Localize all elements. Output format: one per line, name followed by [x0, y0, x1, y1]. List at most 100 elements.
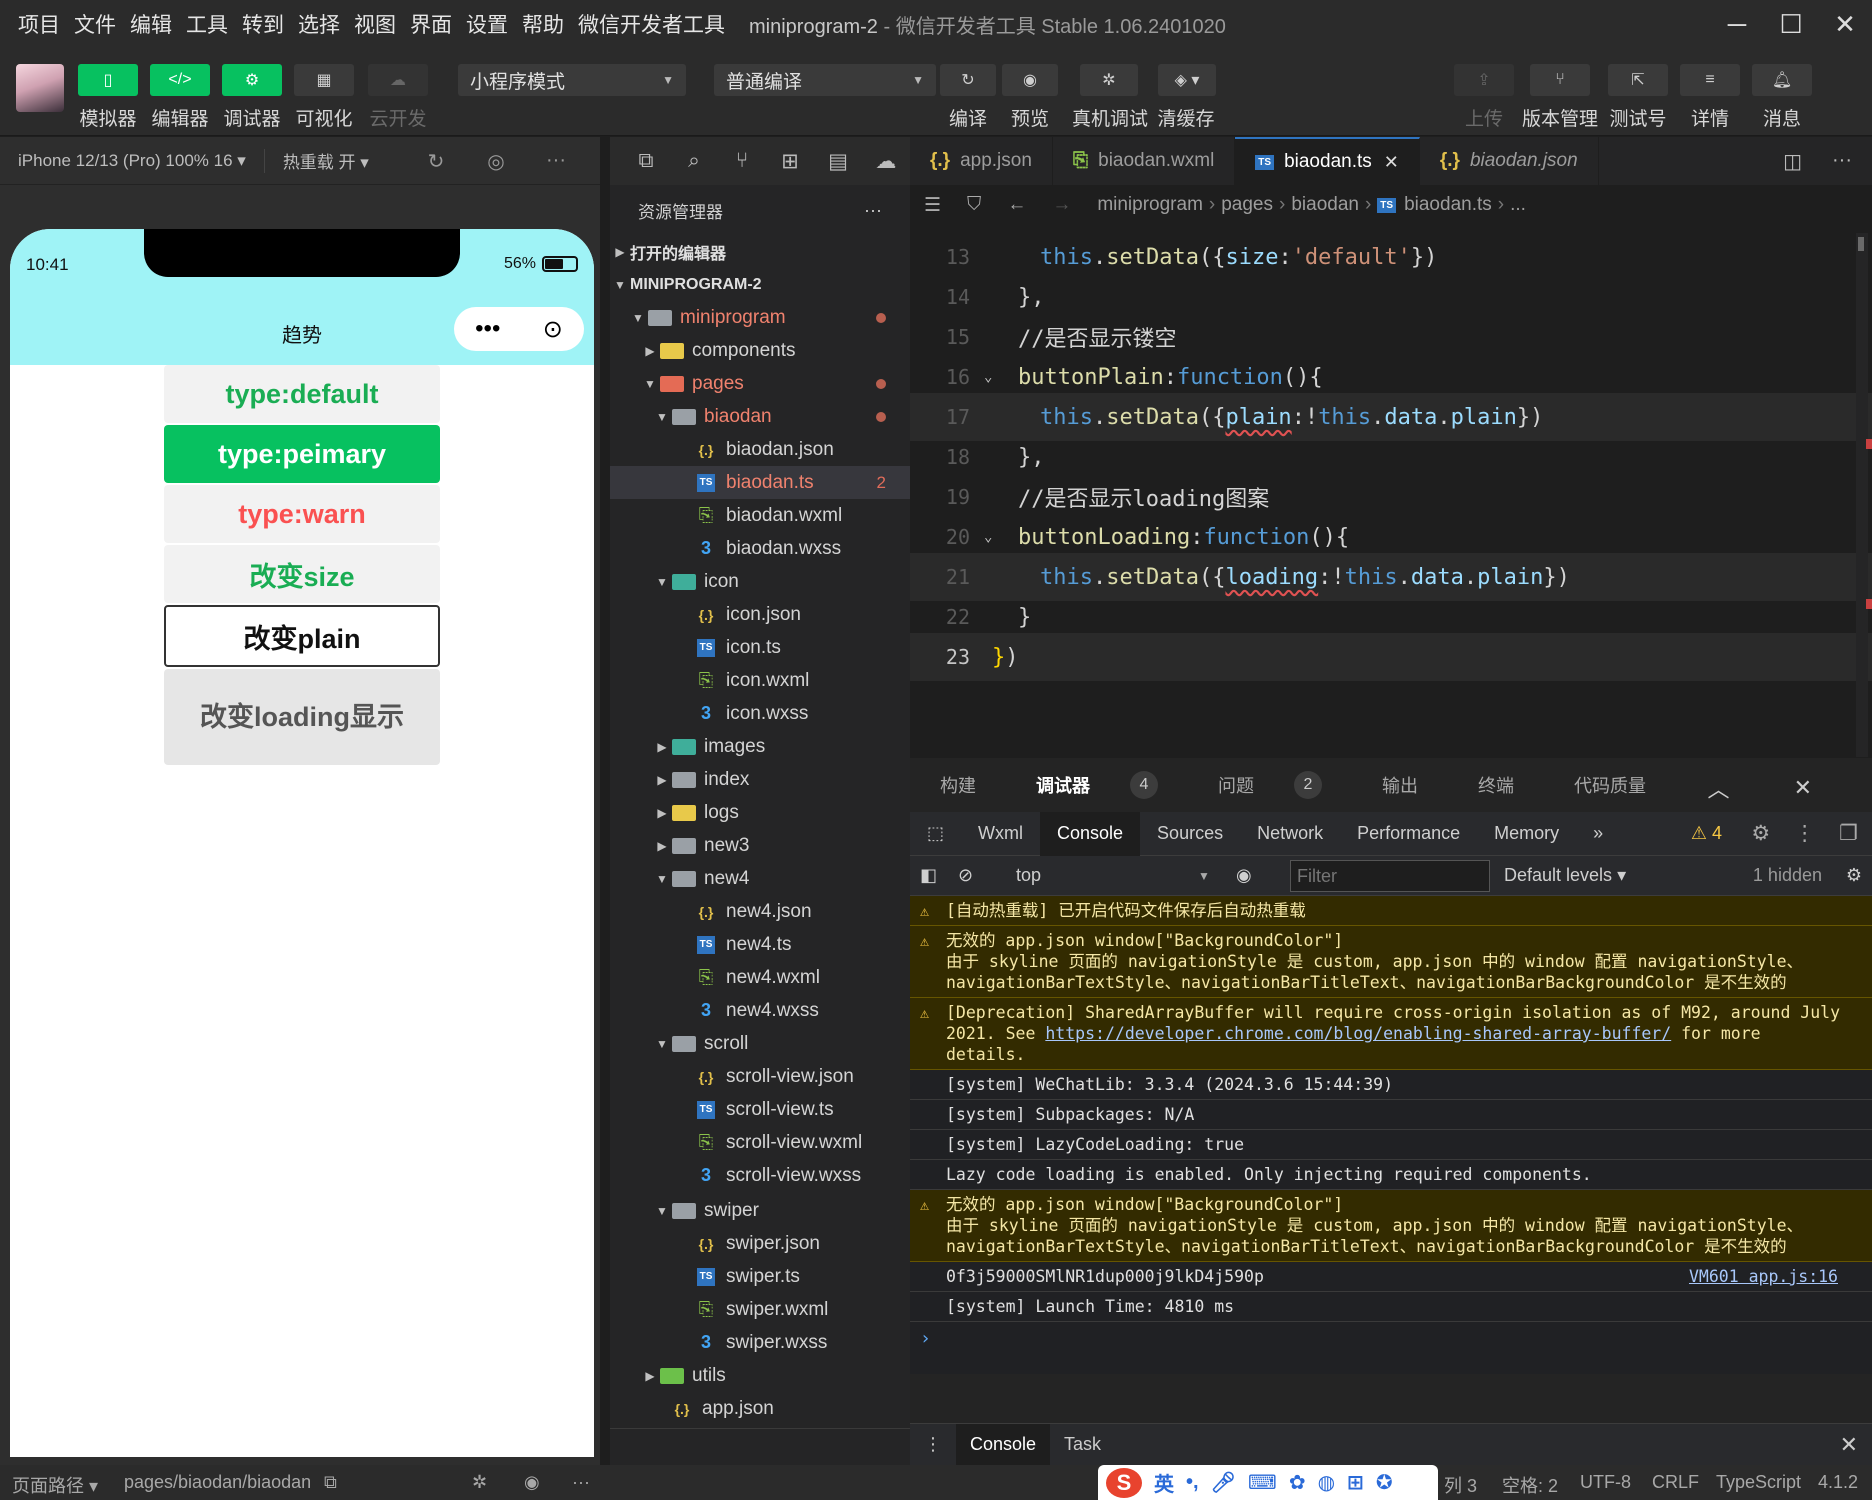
breadcrumb-item[interactable]: biaodan.ts [1404, 194, 1492, 216]
tree-folder-images[interactable]: ▶ images [610, 730, 910, 763]
tree-folder-icon[interactable]: ▼ icon [610, 565, 910, 598]
search-icon[interactable]: ⌕ [670, 149, 718, 173]
compile-mode-select[interactable]: 普通编译 ▼ [714, 64, 936, 96]
tree-file-new4-wxss[interactable]: 3 new4.wxss [610, 994, 910, 1027]
tree-file-new4-json[interactable]: {.} new4.json [610, 895, 910, 928]
grid-icon[interactable]: ⊞ [1347, 1470, 1364, 1495]
tree-folder-miniprogram[interactable]: ▼ miniprogram [610, 301, 910, 334]
simulator-toggle-button[interactable]: ▯ [78, 64, 138, 96]
fold-chevron-icon[interactable]: ⌄ [984, 369, 992, 385]
skin-icon[interactable]: ✿ [1289, 1470, 1306, 1495]
tree-file-scroll-ts[interactable]: TS scroll-view.ts [610, 1093, 910, 1126]
cloud-button[interactable]: ☁ [368, 64, 428, 96]
gear-icon[interactable]: ⚙ [1846, 865, 1862, 886]
tab-network[interactable]: Network [1240, 812, 1340, 856]
tree-file-biaodan-ts[interactable]: TS biaodan.ts 2 [610, 466, 910, 499]
tree-file-scroll-wxss[interactable]: 3 scroll-view.wxss [610, 1159, 910, 1192]
tab-console[interactable]: Console [1040, 811, 1141, 856]
tab-output[interactable]: 输出 [1382, 772, 1448, 798]
compile-button[interactable]: ↻ [940, 64, 996, 96]
list-icon[interactable]: ☰ [924, 194, 941, 217]
upload-button[interactable]: ⇪ [1454, 64, 1514, 96]
menu-help[interactable]: 帮助 [522, 9, 564, 39]
back-arrow-icon[interactable]: ← [1007, 194, 1026, 216]
tree-file-swiper-wxml[interactable]: ⎘ swiper.wxml [610, 1293, 910, 1326]
editor-scrollbar[interactable] [1856, 233, 1868, 757]
test-account-button[interactable]: ⇱ [1608, 64, 1668, 96]
message-link[interactable]: https://developer.chrome.com/blog/enabli… [1045, 1024, 1671, 1043]
maximize-icon[interactable]: ☐ [1764, 0, 1818, 48]
keyboard-icon[interactable]: ⌨ [1248, 1470, 1277, 1495]
button-change-size[interactable]: 改变size [164, 545, 440, 603]
menu-edit[interactable]: 编辑 [130, 9, 172, 39]
tree-folder-pages[interactable]: ▼ pages [610, 367, 910, 400]
source-control-icon[interactable]: ⑂ [718, 149, 766, 173]
menu-file[interactable]: 文件 [74, 9, 116, 39]
tree-file-app-json[interactable]: {.} app.json [610, 1392, 910, 1425]
tree-folder-utils[interactable]: ▶ utils [610, 1359, 910, 1392]
tools-icon[interactable]: ✪ [1376, 1470, 1393, 1495]
more-icon[interactable]: ··· [526, 149, 586, 174]
language-mode[interactable]: TypeScript [1716, 1472, 1801, 1493]
stop-icon[interactable]: ◎ [466, 149, 526, 174]
split-editor-icon[interactable]: ◫ [1783, 149, 1802, 174]
tree-folder-index[interactable]: ▶ index [610, 763, 910, 796]
files-icon[interactable]: ⧉ [622, 149, 670, 173]
tree-folder-scroll[interactable]: ▼ scroll [610, 1027, 910, 1060]
close-tab-icon[interactable]: ✕ [1384, 152, 1399, 173]
forward-arrow-icon[interactable]: → [1052, 194, 1071, 216]
tree-folder-logs[interactable]: ▶ logs [610, 796, 910, 829]
indentation[interactable]: 空格: 2 [1502, 1472, 1558, 1498]
tab-problems[interactable]: 问题 2 [1218, 771, 1352, 799]
remote-debug-button[interactable]: ✲ [1080, 64, 1138, 96]
preview-button[interactable]: ◉ [1002, 64, 1058, 96]
log-levels-select[interactable]: Default levels ▾ [1504, 865, 1626, 886]
tree-file-swiper-json[interactable]: {.} swiper.json [610, 1227, 910, 1260]
ts-version[interactable]: 4.1.2 [1818, 1472, 1858, 1493]
mode-select[interactable]: 小程序模式 ▼ [458, 64, 686, 96]
tab-sources[interactable]: Sources [1140, 812, 1240, 856]
user-avatar[interactable] [16, 64, 64, 112]
tree-file-biaodan-wxml[interactable]: ⎘ biaodan.wxml [610, 499, 910, 532]
docker-icon[interactable]: ☁ [862, 149, 910, 174]
more-tabs-icon[interactable]: » [1576, 812, 1620, 856]
device-select[interactable]: iPhone 12/13 (Pro) 100% 16 ▾ [18, 151, 246, 171]
button-change-loading[interactable]: 改变loading显示 [164, 669, 440, 765]
tree-file-new4-wxml[interactable]: ⎘ new4.wxml [610, 961, 910, 994]
menu-interface[interactable]: 界面 [410, 9, 452, 39]
menu-select[interactable]: 选择 [298, 9, 340, 39]
context-select[interactable]: top [1016, 865, 1041, 886]
close-drawer-icon[interactable]: ✕ [1840, 1432, 1858, 1458]
tree-folder-new3[interactable]: ▶ new3 [610, 829, 910, 862]
visual-toggle-button[interactable]: ▦ [294, 64, 354, 96]
tree-folder-new4[interactable]: ▼ new4 [610, 862, 910, 895]
breadcrumb-item[interactable]: miniprogram [1097, 194, 1203, 216]
ime-lang[interactable]: 英 [1154, 1468, 1174, 1497]
button-primary[interactable]: type:peimary [164, 425, 440, 483]
breadcrumb-item[interactable]: ... [1510, 194, 1526, 216]
button-change-plain[interactable]: 改变plain [164, 605, 440, 667]
drawer-tab-console[interactable]: Console [956, 1423, 1051, 1466]
menu-view[interactable]: 视图 [354, 9, 396, 39]
storage-icon[interactable]: ▤ [814, 149, 862, 174]
tree-file-icon-wxss[interactable]: 3 icon.wxss [610, 697, 910, 730]
warning-counter[interactable]: ⚠ 4 [1691, 823, 1722, 844]
hot-reload-toggle[interactable]: 热重载 开 ▾ [283, 148, 369, 173]
close-target-icon[interactable]: ⊙ [543, 315, 563, 344]
more-icon[interactable]: ··· [572, 1472, 590, 1493]
details-button[interactable]: ≡ [1680, 64, 1740, 96]
editor-toggle-button[interactable]: </> [150, 64, 210, 96]
copy-icon[interactable]: ⧉ [324, 1472, 337, 1493]
console-prompt[interactable]: › [910, 1322, 1872, 1355]
console-filter-input[interactable] [1290, 860, 1490, 892]
chevron-up-icon[interactable]: ︿ [1708, 772, 1730, 804]
close-panel-icon[interactable]: ✕ [1794, 772, 1812, 804]
drawer-menu-icon[interactable]: ⋮ [910, 1424, 956, 1466]
tree-file-swiper-ts[interactable]: TS swiper.ts [610, 1260, 910, 1293]
minimize-icon[interactable]: ─ [1710, 0, 1764, 48]
debugger-toggle-button[interactable]: ⚙ [222, 64, 282, 96]
tree-folder-biaodan[interactable]: ▼ biaodan [610, 400, 910, 433]
tree-file-new4-ts[interactable]: TS new4.ts [610, 928, 910, 961]
menu-settings[interactable]: 设置 [466, 9, 508, 39]
tab-memory[interactable]: Memory [1477, 812, 1576, 856]
